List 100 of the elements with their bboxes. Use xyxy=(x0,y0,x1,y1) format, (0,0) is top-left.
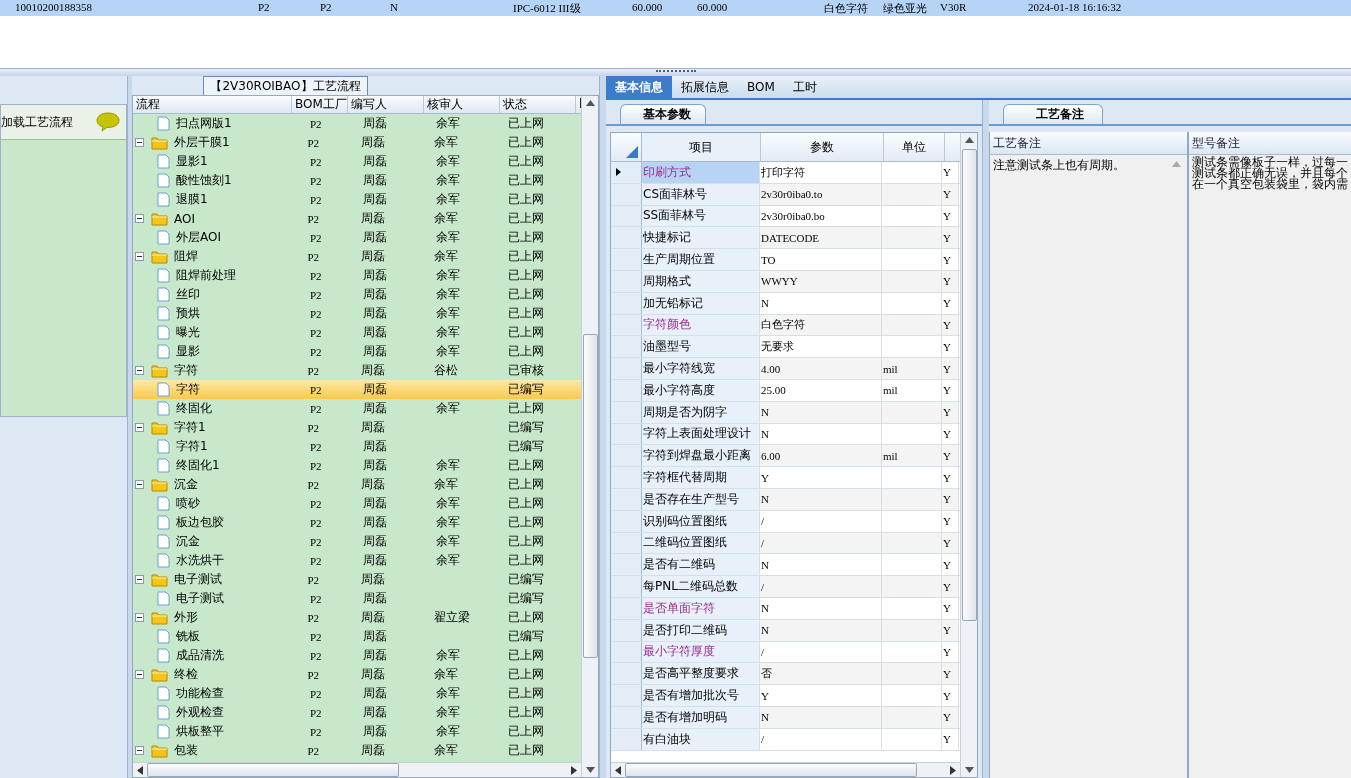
table-cell-text: P2 xyxy=(309,649,323,662)
table-cell-text: P2 xyxy=(309,516,323,529)
tree-row[interactable]: 酸性蚀刻1 P2 周磊 余军 已上网 xyxy=(133,171,581,190)
param-value[interactable]: N xyxy=(760,488,882,510)
tree-row[interactable]: 外层干膜1 P2 周磊 余军 已上网 xyxy=(133,133,581,152)
table-cell-text: 已上网 xyxy=(508,153,546,170)
tree-row[interactable]: 水洗烘干 P2 周磊 余军 已上网 xyxy=(133,551,581,570)
tree-row[interactable]: 沉金 P2 周磊 余军 已上网 xyxy=(133,532,581,551)
param-value[interactable]: 25.00 xyxy=(760,379,882,401)
tree-row[interactable]: 退膜1 P2 周磊 余军 已上网 xyxy=(133,190,581,209)
column-header[interactable]: 单位 xyxy=(884,133,945,161)
tree-row[interactable]: 烘板整平 P2 周磊 余军 已上网 xyxy=(133,722,581,741)
column-header[interactable]: l xyxy=(576,96,581,113)
tree-row[interactable]: 终固化 P2 周磊 余军 已上网 xyxy=(133,399,581,418)
table-cell-text: 周磊 xyxy=(361,210,387,227)
param-value[interactable]: N xyxy=(760,619,882,641)
notes-tab[interactable]: 工艺备注 xyxy=(1003,104,1103,124)
tab[interactable]: 拓展信息 xyxy=(672,76,738,98)
param-value[interactable]: / xyxy=(760,510,882,532)
column-header[interactable]: 流程 xyxy=(133,96,292,113)
param-value[interactable]: / xyxy=(760,576,882,597)
tree-row[interactable]: 终检 P2 周磊 余军 已上网 xyxy=(133,665,581,684)
table-cell-text: P2 xyxy=(309,725,323,738)
param-value[interactable]: 2v30r0iba0.to xyxy=(760,183,882,205)
column-header[interactable]: 项目 xyxy=(642,133,761,161)
table-cell: 2024-01-18 16:16:32 xyxy=(1028,1,1122,13)
param-value[interactable]: / xyxy=(760,532,882,554)
tree-row[interactable]: 字符1 P2 周磊 已编写 xyxy=(133,418,581,437)
tree-row[interactable]: 沉金 P2 周磊 余军 已上网 xyxy=(133,475,581,494)
tree-row[interactable]: 显影 P2 周磊 余军 已上网 xyxy=(133,342,581,361)
param-name: SS面菲林号 xyxy=(642,205,760,227)
param-value[interactable]: WWYY xyxy=(760,271,882,292)
tree-row[interactable]: 曝光 P2 周磊 余军 已上网 xyxy=(133,323,581,342)
params-tab[interactable]: 基本参数 xyxy=(620,104,706,124)
table-cell: Y xyxy=(942,488,959,510)
table-cell-text: P2 xyxy=(307,136,320,149)
param-value[interactable]: Y xyxy=(760,467,882,488)
param-value[interactable]: N xyxy=(760,401,882,423)
table-cell: Y xyxy=(942,728,959,750)
tree-row[interactable]: 包装 P2 周磊 余军 已上网 xyxy=(133,741,581,760)
tree-row[interactable]: 成品清洗 P2 周磊 余军 已上网 xyxy=(133,646,581,665)
table-cell-text: P2 xyxy=(307,212,320,225)
tree-row[interactable]: 外观检查 P2 周磊 余军 已上网 xyxy=(133,703,581,722)
tree-row[interactable]: 外形 P2 周磊 翟立梁 已上网 xyxy=(133,608,581,627)
param-value[interactable]: TO xyxy=(760,249,882,270)
tree-row[interactable]: 字符1 P2 周磊 已编写 xyxy=(133,437,581,456)
param-value[interactable]: N xyxy=(760,706,882,728)
param-value[interactable]: 否 xyxy=(760,663,882,685)
param-value[interactable]: / xyxy=(760,641,882,663)
table-cell-text: 已上网 xyxy=(507,134,545,151)
table-cell-text: 余军 xyxy=(434,134,460,151)
param-value[interactable]: N xyxy=(760,423,882,445)
param-value[interactable]: / xyxy=(760,728,882,750)
param-value[interactable]: N xyxy=(760,292,882,314)
tree-row[interactable]: 字符 P2 周磊 已编写 xyxy=(133,380,581,399)
param-value[interactable]: N xyxy=(760,597,882,619)
param-value[interactable]: 打印字符 xyxy=(760,162,882,183)
column-header[interactable]: 状态 xyxy=(500,96,576,113)
param-value[interactable]: 白色字符 xyxy=(760,314,882,336)
record-row[interactable]: 10010200188358 P2 P2 N IPC-6012 III级 60.000 60.000 白色字符 绿色亚光 V30R 2024-01-18 16:16:32 xyxy=(0,0,1351,16)
table-cell-text: 周磊 xyxy=(363,267,389,284)
tab[interactable]: 基本信息 xyxy=(606,76,672,98)
column-header[interactable]: 编写人 xyxy=(348,96,424,113)
table-cell-text: 周磊 xyxy=(363,381,389,398)
table-cell-text: 周磊 xyxy=(363,533,389,550)
tree-row[interactable]: 字符 P2 周磊 谷松 已审核 xyxy=(133,361,581,380)
tree-row[interactable]: 阻焊 P2 周磊 余军 已上网 xyxy=(133,247,581,266)
column-header[interactable]: 参数 xyxy=(761,133,884,161)
column-header[interactable]: BOM工厂 xyxy=(292,96,348,113)
tree-row[interactable]: 阻焊前处理 P2 周磊 余军 已上网 xyxy=(133,266,581,285)
step-name: 字符1 xyxy=(176,438,208,455)
tree-row[interactable]: 预烘 P2 周磊 余军 已上网 xyxy=(133,304,581,323)
tree-row[interactable]: 功能检查 P2 周磊 余军 已上网 xyxy=(133,684,581,703)
param-value[interactable]: 2v30r0iba0.bo xyxy=(760,205,882,227)
param-value[interactable]: DATECODE xyxy=(760,227,882,249)
flow-tab[interactable]: 【2V30ROIBAO】工艺流程 xyxy=(203,76,368,95)
tree-row[interactable]: 外层AOI P2 周磊 余军 已上网 xyxy=(133,228,581,247)
tree-row[interactable]: 板边包胶 P2 周磊 余军 已上网 xyxy=(133,513,581,532)
table-cell: Y xyxy=(942,619,959,641)
table-cell-text: P2 xyxy=(309,231,323,244)
param-value[interactable]: 6.00 xyxy=(760,445,882,467)
model-note-field[interactable]: 测试条需像板子一样，过每一 测试条都正确无误，并且每个 在一个真空包装袋里，袋内需 xyxy=(1189,155,1351,778)
tree-row[interactable]: AOI P2 周磊 余军 已上网 xyxy=(133,209,581,228)
param-value[interactable]: 无要求 xyxy=(760,336,882,358)
param-value[interactable]: 4.00 xyxy=(760,358,882,379)
load-flow-item[interactable]: 加载工艺流程 xyxy=(0,104,127,140)
tab[interactable]: BOM xyxy=(738,76,784,98)
tree-row[interactable]: 丝印 P2 周磊 余军 已上网 xyxy=(133,285,581,304)
param-value[interactable]: N xyxy=(760,554,882,576)
column-header[interactable]: 核审人 xyxy=(424,96,500,113)
tree-row[interactable]: 扫点网版1 P2 周磊 余军 已上网 xyxy=(133,114,581,133)
tree-row[interactable]: 铣板 P2 周磊 已编写 xyxy=(133,627,581,646)
tab[interactable]: 工时 xyxy=(783,76,826,98)
tree-row[interactable]: 显影1 P2 周磊 余军 已上网 xyxy=(133,152,581,171)
tree-row[interactable]: 电子测试 P2 周磊 已编写 xyxy=(133,589,581,608)
process-note-field[interactable]: 注意测试条上也有周期。 xyxy=(990,155,1187,778)
tree-row[interactable]: 喷砂 P2 周磊 余军 已上网 xyxy=(133,494,581,513)
tree-row[interactable]: 终固化1 P2 周磊 余军 已上网 xyxy=(133,456,581,475)
param-value[interactable]: Y xyxy=(760,685,882,706)
tree-row[interactable]: 电子测试 P2 周磊 已编写 xyxy=(133,570,581,589)
